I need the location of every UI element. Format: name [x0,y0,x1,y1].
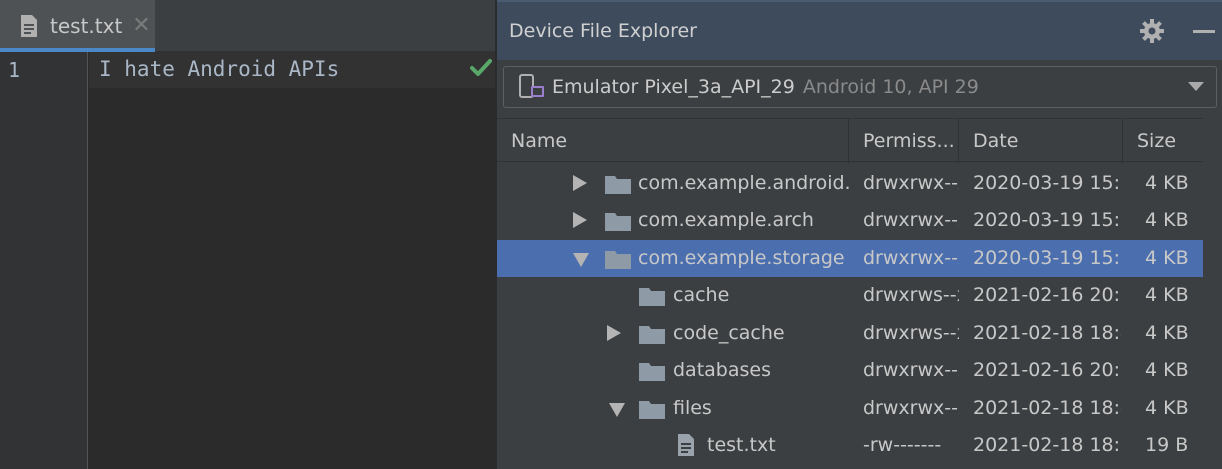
file-name: databases [673,359,771,381]
text-file-icon [21,15,37,37]
table-row[interactable]: cache drwxrws--x 2021-02-16 20:22 4 KB [497,277,1203,314]
file-permissions: drwxrwx--x [863,172,959,194]
folder-icon [639,288,665,306]
expand-arrow-icon[interactable] [573,175,587,191]
collapse-arrow-icon[interactable] [609,403,625,417]
collapse-arrow-icon[interactable] [573,253,589,267]
line-number: 1 [8,58,21,82]
text-file-icon [678,434,694,456]
expand-arrow-icon[interactable] [607,325,621,341]
table-row[interactable]: databases drwxrwx--x 2021-02-16 20:22 4 … [497,352,1203,389]
tab-test-txt[interactable]: test.txt ✕ [0,0,155,52]
column-header-permissions[interactable]: Permiss... [849,119,959,163]
minimize-icon[interactable] [1193,30,1215,33]
vertical-scrollbar[interactable] [1205,118,1222,469]
file-date: 2021-02-16 20:22 [973,359,1121,381]
file-date: 2020-03-19 15:28 [973,172,1121,194]
column-header-size[interactable]: Size [1123,119,1203,163]
device-icon [519,74,544,98]
table-row[interactable]: com.example.arch drwxrwx--x 2020-03-19 1… [497,202,1203,239]
file-size: 19 B [1145,434,1189,456]
explorer-title: Device File Explorer [509,20,697,42]
file-size: 4 KB [1145,172,1189,194]
file-name: com.example.storage [638,247,845,269]
device-dropdown[interactable]: Emulator Pixel_3a_API_29 Android 10, API… [503,66,1217,108]
file-permissions: drwxrwx--x [863,247,959,269]
table-row[interactable]: files drwxrwx--x 2021-02-18 18:49 4 KB [497,390,1203,427]
file-permissions: -rw------- [863,434,942,456]
file-name: com.example.arch [638,209,814,231]
table-row[interactable]: code_cache drwxrws--x 2021-02-18 18:49 4… [497,315,1203,352]
editor-pane: test.txt ✕ 1 I hate Android APIs [0,0,495,469]
device-file-explorer: Device File Explorer Emulator Pixel_3a_A… [496,0,1222,469]
file-name: files [673,397,712,419]
file-size: 4 KB [1145,397,1189,419]
folder-icon [605,176,631,194]
code-text[interactable]: I hate Android APIs [99,57,339,81]
folder-icon [639,326,665,344]
folder-icon [605,213,631,231]
file-date: 2021-02-18 18:5 [973,434,1121,456]
gear-icon[interactable] [1139,18,1165,44]
file-name: test.txt [707,434,776,456]
device-detail: Android 10, API 29 [802,76,979,98]
file-date: 2020-03-19 15:28 [973,209,1121,231]
file-name: com.example.android.a [638,172,849,194]
check-icon [470,59,492,76]
file-permissions: drwxrws--x [863,322,959,344]
file-size: 4 KB [1145,359,1189,381]
table-header: Name Permiss... Date Size [497,118,1203,163]
file-date: 2021-02-18 18:49 [973,397,1121,419]
chevron-down-icon [1188,82,1204,91]
file-size: 4 KB [1145,284,1189,306]
file-size: 4 KB [1145,247,1189,269]
table-row-selected[interactable]: com.example.storage drwxrwx--x 2020-03-1… [497,240,1203,277]
file-date: 2021-02-16 20:22 [973,284,1121,306]
file-permissions: drwxrwx--x [863,397,959,419]
editor-tab-bar: test.txt ✕ [0,0,495,52]
column-header-date[interactable]: Date [959,119,1123,163]
folder-icon [605,251,631,269]
column-header-name[interactable]: Name [497,119,849,163]
folder-icon [639,363,665,381]
explorer-header: Device File Explorer [497,0,1222,60]
expand-arrow-icon[interactable] [573,212,587,228]
table-row[interactable]: test.txt -rw------- 2021-02-18 18:5 19 B [497,427,1203,464]
file-permissions: drwxrwx--x [863,359,959,381]
file-name: code_cache [673,322,785,344]
file-permissions: drwxrws--x [863,284,959,306]
tab-label: test.txt [50,14,123,38]
folder-icon [639,401,665,419]
file-size: 4 KB [1145,322,1189,344]
line-gutter: 1 [0,52,88,469]
file-date: 2020-03-19 15:28 [973,247,1121,269]
close-icon[interactable]: ✕ [132,15,150,37]
table-row[interactable]: com.example.android.a drwxrwx--x 2020-03… [497,165,1203,202]
file-date: 2021-02-18 18:49 [973,322,1121,344]
device-name: Emulator Pixel_3a_API_29 [552,76,795,98]
file-size: 4 KB [1145,209,1189,231]
file-name: cache [673,284,730,306]
file-permissions: drwxrwx--x [863,209,959,231]
